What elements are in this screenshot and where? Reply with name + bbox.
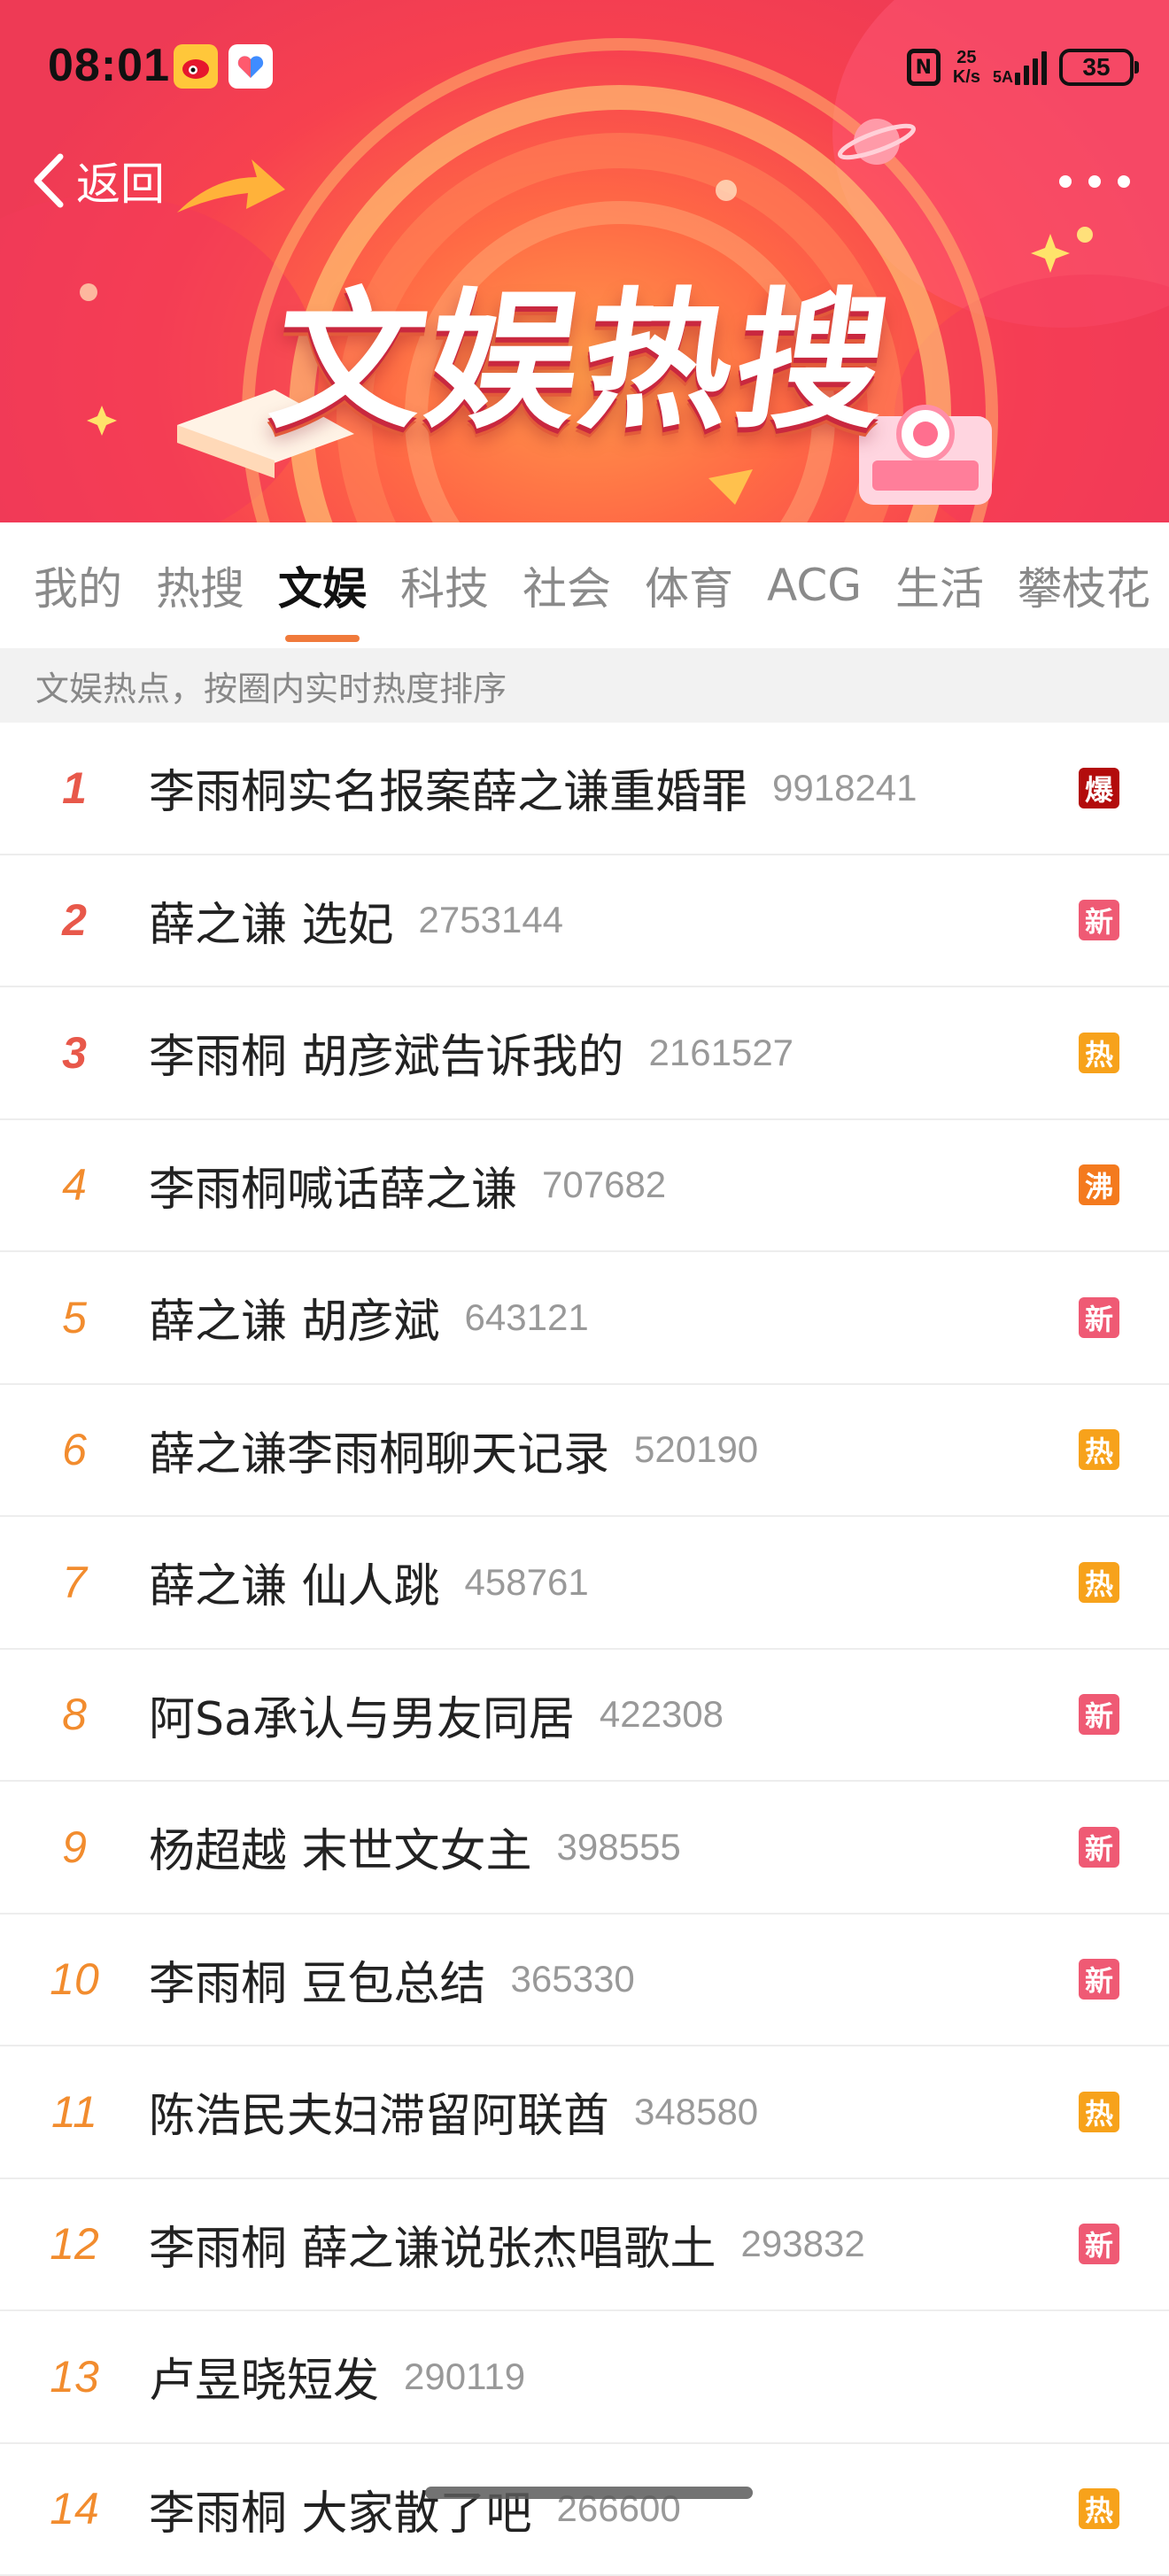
weibo-app-icon xyxy=(174,44,218,89)
cellular-signal-icon: 5A xyxy=(993,50,1047,85)
more-options-button[interactable] xyxy=(1059,159,1130,204)
tab-8[interactable]: 攀枝花 xyxy=(1018,553,1150,617)
rank-number: 11 xyxy=(0,2086,149,2138)
rank-number: 2 xyxy=(0,894,149,946)
topic-title: 薛之谦 胡彦斌 xyxy=(149,1284,440,1350)
heat-count: 398555 xyxy=(557,1826,681,1868)
hot-search-list: 1李雨桐实名报案薛之谦重婚罪9918241爆2薛之谦 选妃2753144新3李雨… xyxy=(0,723,1169,2576)
list-item[interactable]: 10李雨桐 豆包总结 365330 新 xyxy=(0,1915,1169,2047)
status-badge: 热 xyxy=(1079,1033,1119,1073)
heat-count: 9918241 xyxy=(772,767,917,809)
banner: 08:01 N 25 K/s 5A 35 返回 文娱热搜 xyxy=(0,0,1169,522)
list-description: 文娱热点，按圈内实时热度排序 xyxy=(0,648,1169,723)
list-item[interactable]: 12李雨桐 薛之谦说张杰唱歌土 293832 新 xyxy=(0,2179,1169,2312)
status-badge: 新 xyxy=(1079,900,1119,940)
list-item[interactable]: 8阿Sa承认与男友同居 422308 新 xyxy=(0,1650,1169,1783)
status-badge: 热 xyxy=(1079,1429,1119,1470)
list-item[interactable]: 4李雨桐喊话薛之谦 707682 沸 xyxy=(0,1120,1169,1253)
topic-title: 陈浩民夫妇滞留阿联酋 xyxy=(149,2078,609,2145)
list-item[interactable]: 3李雨桐 胡彦斌告诉我的 2161527 热 xyxy=(0,987,1169,1120)
category-tabs: 我的热搜文娱科技社会体育 ACG 生活攀枝花 xyxy=(0,522,1169,648)
heat-count: 2161527 xyxy=(649,1032,794,1074)
heat-count: 293832 xyxy=(741,2223,865,2265)
topic-title: 薛之谦 仙人跳 xyxy=(149,1549,440,1615)
rank-number: 8 xyxy=(0,1689,149,1740)
banner-title: 文娱热搜 xyxy=(0,239,1169,457)
list-item[interactable]: 11陈浩民夫妇滞留阿联酋 348580 热 xyxy=(0,2046,1169,2179)
status-badge: 新 xyxy=(1079,1827,1119,1868)
status-badge: 热 xyxy=(1079,2488,1119,2529)
status-badge: 热 xyxy=(1079,1562,1119,1603)
list-item[interactable]: 7薛之谦 仙人跳 458761 热 xyxy=(0,1517,1169,1650)
heat-count: 643121 xyxy=(465,1296,589,1339)
heat-count: 365330 xyxy=(511,1958,635,2000)
rank-number: 6 xyxy=(0,1424,149,1475)
topic-title: 李雨桐 大家散了吧 xyxy=(149,2476,532,2542)
nfc-icon: N xyxy=(907,49,941,86)
back-button[interactable]: 返回 xyxy=(27,149,165,213)
back-label: 返回 xyxy=(76,149,165,213)
tab-6[interactable]: ACG xyxy=(767,560,862,611)
topic-title: 李雨桐 豆包总结 xyxy=(149,1946,486,2013)
rank-number: 9 xyxy=(0,1822,149,1873)
topic-title: 薛之谦 选妃 xyxy=(149,887,394,954)
list-item[interactable]: 13卢昱晓短发 290119 xyxy=(0,2311,1169,2444)
heat-count: 2753144 xyxy=(419,899,564,941)
chevron-left-icon xyxy=(27,150,71,212)
topic-title: 李雨桐 胡彦斌告诉我的 xyxy=(149,1019,624,1086)
rank-number: 14 xyxy=(0,2483,149,2534)
topic-title: 薛之谦李雨桐聊天记录 xyxy=(149,1417,609,1483)
topic-title: 杨超越 末世文女主 xyxy=(149,1814,532,1880)
rank-number: 13 xyxy=(0,2351,149,2402)
heat-count: 458761 xyxy=(465,1561,589,1604)
list-item[interactable]: 1李雨桐实名报案薛之谦重婚罪 9918241 爆 xyxy=(0,723,1169,855)
tab-0[interactable]: 我的 xyxy=(34,553,122,617)
list-item[interactable]: 6薛之谦李雨桐聊天记录 520190 热 xyxy=(0,1385,1169,1518)
topic-title: 阿Sa承认与男友同居 xyxy=(149,1682,575,1748)
rank-number: 10 xyxy=(0,1953,149,2005)
status-time: 08:01 xyxy=(48,39,170,92)
heat-count: 348580 xyxy=(634,2091,758,2133)
heat-count: 520190 xyxy=(634,1428,758,1471)
rank-number: 4 xyxy=(0,1159,149,1211)
status-badge: 沸 xyxy=(1079,1164,1119,1205)
tab-4[interactable]: 社会 xyxy=(523,553,611,617)
status-badge: 新 xyxy=(1079,1959,1119,2000)
list-item[interactable]: 2薛之谦 选妃 2753144 新 xyxy=(0,855,1169,988)
list-item[interactable]: 14李雨桐 大家散了吧266600热 xyxy=(0,2444,1169,2576)
status-badge: 热 xyxy=(1079,2092,1119,2132)
heat-count: 290119 xyxy=(404,2356,525,2398)
rank-number: 7 xyxy=(0,1557,149,1608)
rank-number: 12 xyxy=(0,2218,149,2270)
heat-count: 707682 xyxy=(542,1164,666,1206)
tab-3[interactable]: 科技 xyxy=(400,553,489,617)
tab-1[interactable]: 热搜 xyxy=(156,553,244,617)
heat-count: 422308 xyxy=(600,1693,724,1736)
list-item[interactable]: 5薛之谦 胡彦斌 643121 新 xyxy=(0,1252,1169,1385)
tab-7[interactable]: 生活 xyxy=(895,553,984,617)
status-badge: 新 xyxy=(1079,1297,1119,1338)
rank-number: 5 xyxy=(0,1292,149,1343)
network-speed: 25 K/s xyxy=(953,48,980,87)
health-app-icon xyxy=(228,44,273,89)
topic-title: 李雨桐 薛之谦说张杰唱歌土 xyxy=(149,2211,716,2278)
topic-title: 卢昱晓短发 xyxy=(149,2343,379,2410)
battery-icon: 35 xyxy=(1059,49,1134,86)
rank-number: 3 xyxy=(0,1027,149,1079)
topic-title: 李雨桐实名报案薛之谦重婚罪 xyxy=(149,754,747,821)
rank-number: 1 xyxy=(0,762,149,814)
status-badge: 新 xyxy=(1079,2224,1119,2264)
tab-2[interactable]: 文娱 xyxy=(278,553,367,617)
status-bar: 08:01 N 25 K/s 5A 35 xyxy=(0,0,1169,133)
tab-5[interactable]: 体育 xyxy=(645,553,733,617)
topic-title: 李雨桐喊话薛之谦 xyxy=(149,1152,517,1218)
home-indicator[interactable] xyxy=(425,2487,753,2499)
more-dots-icon xyxy=(1059,175,1072,188)
status-badge: 爆 xyxy=(1079,768,1119,808)
list-item[interactable]: 9杨超越 末世文女主 398555 新 xyxy=(0,1782,1169,1915)
status-badge: 新 xyxy=(1079,1694,1119,1735)
